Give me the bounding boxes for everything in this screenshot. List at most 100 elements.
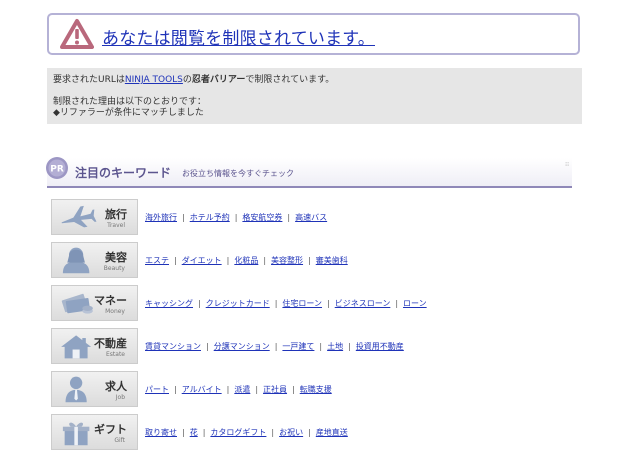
pr-badge-icon: PR <box>46 157 68 179</box>
woman-silhouette-icon <box>62 247 90 274</box>
gift-box-icon <box>62 422 90 446</box>
link-separator: | <box>226 385 230 394</box>
keyword-link[interactable]: 一戸建て <box>282 342 314 351</box>
keyword-section-subtitle: お役立ち情報を今すぐチェック <box>182 169 294 178</box>
info-line-url: 要求されたURLはNINJA TOOLSの忍者バリアーで制限されています。 <box>53 75 334 86</box>
link-separator: | <box>274 342 278 351</box>
keyword-link[interactable]: クレジットカード <box>206 299 270 308</box>
category-row-estate: 不動産 Estate 賃貸マンション | 分譲マンション | 一戸建て | 土地 | 投資用不動産 <box>51 328 581 364</box>
link-separator: | <box>395 299 399 308</box>
keyword-link[interactable]: 取り寄せ <box>145 428 177 437</box>
keyword-link[interactable]: 土地 <box>327 342 343 351</box>
category-name: 不動産 <box>94 337 127 350</box>
link-separator: | <box>274 299 278 308</box>
keyword-link[interactable]: キャッシング <box>145 299 193 308</box>
person-icon <box>65 376 87 403</box>
category-links: キャッシング | クレジットカード | 住宅ローン | ビジネスローン | ローン <box>145 298 427 309</box>
ninja-tools-link[interactable]: NINJA TOOLS <box>125 75 183 85</box>
keyword-link[interactable]: 賃貸マンション <box>145 342 201 351</box>
category-tile-money[interactable]: マネー Money <box>51 285 138 321</box>
keyword-link[interactable]: パート <box>145 385 169 394</box>
category-tile-estate[interactable]: 不動産 Estate <box>51 328 138 364</box>
ninja-barrier-text: 忍者バリアー <box>191 75 246 85</box>
keyword-link[interactable]: 投資用不動産 <box>356 342 404 351</box>
keyword-link[interactable]: ホテル予約 <box>190 213 230 222</box>
category-name-en: Estate <box>106 351 125 358</box>
keyword-link[interactable]: 美容整形 <box>271 256 303 265</box>
category-tile-gift[interactable]: ギフト Gift <box>51 414 138 450</box>
keyword-link[interactable]: 化粧品 <box>234 256 258 265</box>
keyword-link[interactable]: 住宅ローン <box>282 299 322 308</box>
category-tile-beauty[interactable]: 美容 Beauty <box>51 242 138 278</box>
info-text: の <box>182 75 192 85</box>
keyword-link[interactable]: 転職支援 <box>300 385 332 394</box>
link-separator: | <box>348 342 351 351</box>
category-name: 旅行 <box>105 208 127 221</box>
keyword-link[interactable]: 花 <box>190 428 198 437</box>
link-separator: | <box>226 256 230 265</box>
link-separator: | <box>287 213 291 222</box>
category-name: ギフト <box>94 423 127 436</box>
keyword-link[interactable]: 審美歯科 <box>316 256 348 265</box>
link-separator: | <box>174 385 177 394</box>
category-name: マネー <box>94 294 127 307</box>
category-name-en: Money <box>105 308 125 315</box>
category-name: 求人 <box>105 380 127 393</box>
keyword-link[interactable]: 正社員 <box>263 385 287 394</box>
airplane-icon <box>61 205 97 228</box>
link-separator: | <box>182 213 185 222</box>
category-row-travel: 旅行 Travel 海外旅行 | ホテル予約 | 格安航空券 | 高速バス <box>51 199 581 235</box>
keyword-link[interactable]: お祝い <box>279 428 303 437</box>
keyword-link[interactable]: エステ <box>145 256 169 265</box>
category-name-en: Travel <box>107 222 125 229</box>
info-text: 要求されたURLは <box>53 75 125 85</box>
money-icon <box>61 293 93 314</box>
link-separator: | <box>292 385 295 394</box>
keyword-link[interactable]: 海外旅行 <box>145 213 177 222</box>
link-separator: | <box>198 299 201 308</box>
category-links: 取り寄せ | 花 | カタログギフト | お祝い | 産地直送 <box>145 427 348 438</box>
link-separator: | <box>174 256 177 265</box>
link-separator: | <box>327 299 330 308</box>
info-line-reason: ◆リファラーが条件にマッチしました <box>53 108 204 118</box>
house-icon <box>61 335 92 359</box>
link-separator: | <box>308 428 311 437</box>
warning-triangle-icon <box>60 19 94 49</box>
link-separator: | <box>255 385 259 394</box>
pr-badge-text: PR <box>50 165 64 175</box>
category-name-en: Job <box>115 394 125 401</box>
category-tile-job[interactable]: 求人 Job <box>51 371 138 407</box>
keyword-link[interactable]: 産地直送 <box>316 428 348 437</box>
link-separator: | <box>206 342 209 351</box>
keyword-link[interactable]: ビジネスローン <box>335 299 391 308</box>
keyword-section-title: 注目のキーワード <box>75 166 172 180</box>
category-links: 賃貸マンション | 分譲マンション | 一戸建て | 土地 | 投資用不動産 <box>145 341 404 352</box>
category-links: パート | アルバイト | 派遣 | 正社員 | 転職支援 <box>145 384 332 395</box>
keyword-link[interactable]: 高速バス <box>295 213 327 222</box>
alert-title-link[interactable]: あなたは閲覧を制限されています。 <box>102 24 375 49</box>
category-row-job: 求人 Job パート | アルバイト | 派遣 | 正社員 | 転職支援 <box>51 371 581 407</box>
corner-mark: ⁝⁝ <box>565 161 569 168</box>
keyword-link[interactable]: 派遣 <box>234 385 250 394</box>
link-separator: | <box>308 256 311 265</box>
link-separator: | <box>182 428 185 437</box>
keyword-section-header: PR 注目のキーワード お役立ち情報を今すぐチェック ⁝⁝ <box>46 157 572 188</box>
link-separator: | <box>234 213 238 222</box>
category-row-beauty: 美容 Beauty エステ | ダイエット | 化粧品 | 美容整形 | 審美歯科 <box>51 242 581 278</box>
keyword-link[interactable]: ダイエット <box>182 256 222 265</box>
category-row-money: マネー Money キャッシング | クレジットカード | 住宅ローン | ビジネスローン | ロー… <box>51 285 581 321</box>
keyword-link[interactable]: ローン <box>403 299 427 308</box>
keyword-link[interactable]: アルバイト <box>182 385 222 394</box>
link-separator: | <box>319 342 323 351</box>
category-links: 海外旅行 | ホテル予約 | 格安航空券 | 高速バス <box>145 212 327 223</box>
category-links: エステ | ダイエット | 化粧品 | 美容整形 | 審美歯科 <box>145 255 348 266</box>
info-text: で制限されています。 <box>245 75 335 85</box>
keyword-link[interactable]: カタログギフト <box>210 428 266 437</box>
keyword-link[interactable]: 分譲マンション <box>214 342 270 351</box>
category-name: 美容 <box>105 251 127 264</box>
keyword-link[interactable]: 格安航空券 <box>242 213 282 222</box>
link-separator: | <box>263 256 267 265</box>
category-name-en: Beauty <box>103 265 125 272</box>
category-tile-travel[interactable]: 旅行 Travel <box>51 199 138 235</box>
info-line-reason-heading: 制限された理由は以下のとおりです： <box>53 97 207 107</box>
